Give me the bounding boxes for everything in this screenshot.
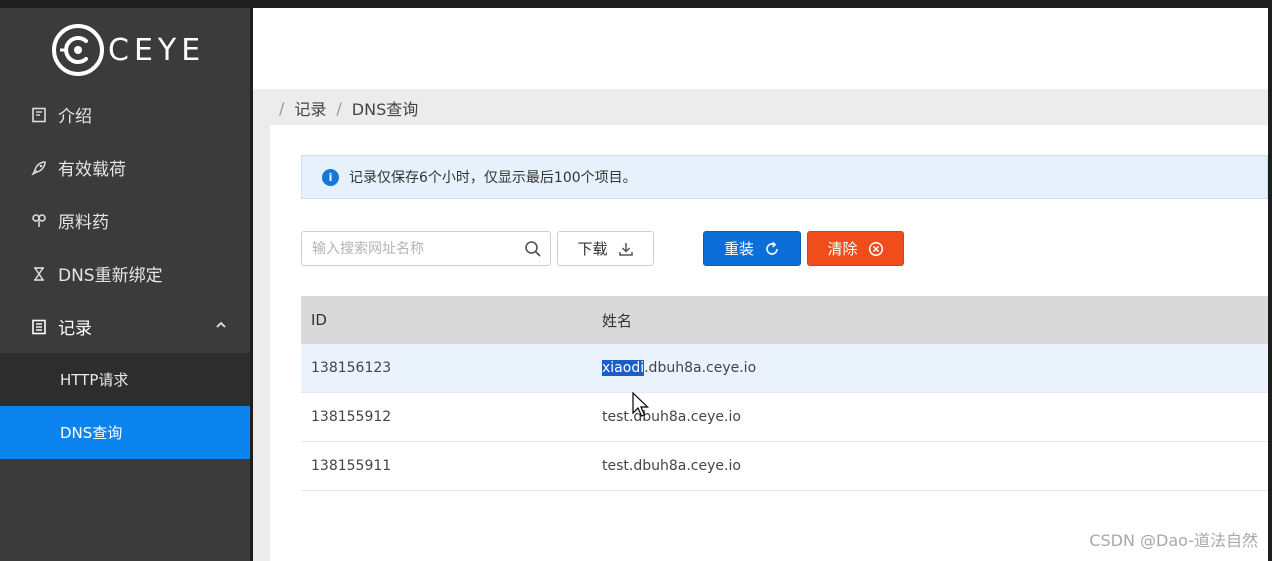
table-row[interactable]: 138155912 test.dbuh8a.ceye.io <box>301 393 1268 442</box>
cell-id: 138155912 <box>311 409 392 425</box>
column-header-id[interactable]: ID <box>301 311 592 329</box>
sidebar-item-intro[interactable]: 介绍 <box>0 88 250 141</box>
watermark: CSDN @Dao-道法自然 <box>1089 531 1258 550</box>
cell-name[interactable]: test.dbuh8a.ceye.io <box>592 409 1268 425</box>
cell-id: 138155911 <box>311 458 392 474</box>
sidebar-subitem-label: DNS查询 <box>60 424 123 442</box>
sidebar-item-label: 介绍 <box>58 107 92 127</box>
api-icon <box>30 212 48 230</box>
clear-button[interactable]: 清除 <box>807 231 904 266</box>
hourglass-icon <box>30 265 48 283</box>
recording-frame-right <box>1268 0 1272 561</box>
content-panel: i 记录仅保存6个小时，仅显示最后100个项目。 下载 重装 清除 <box>270 125 1268 561</box>
reset-button[interactable]: 重装 <box>703 231 801 266</box>
alert-text: 记录仅保存6个小时，仅显示最后100个项目。 <box>349 170 637 186</box>
brand-name: CEYE <box>108 32 206 68</box>
sidebar-subitem-http-requests[interactable]: HTTP请求 <box>0 353 250 406</box>
dns-records-table: ID 姓名 138156123 xiaodi.dbuh8a.ceye.io 13… <box>301 296 1268 491</box>
mouse-cursor-icon <box>632 392 649 417</box>
breadcrumb-separator: / <box>336 98 342 118</box>
ceye-logo-icon <box>52 24 104 76</box>
column-header-name[interactable]: 姓名 <box>592 310 1268 331</box>
info-icon: i <box>322 168 339 186</box>
cell-id: 138156123 <box>311 360 392 376</box>
sidebar-item-records[interactable]: 记录 <box>0 300 250 353</box>
breadcrumb: / 记录 / DNS查询 <box>279 96 418 120</box>
sidebar-item-label: 记录 <box>58 319 92 339</box>
search-field <box>301 231 551 266</box>
main-area: / 记录 / DNS查询 i 记录仅保存6个小时，仅显示最后100个项目。 下载… <box>253 8 1268 561</box>
sidebar-nav: 介绍 有效载荷 原料药 DNS重新绑定 记录 HTTP请求 DNS查询 <box>0 88 250 459</box>
table-row[interactable]: 138155911 test.dbuh8a.ceye.io <box>301 442 1268 491</box>
search-input[interactable] <box>302 232 512 265</box>
cell-name[interactable]: xiaodi.dbuh8a.ceye.io <box>592 360 1268 376</box>
recording-frame-top <box>0 0 1272 8</box>
cell-name-rest: .dbuh8a.ceye.io <box>644 360 757 376</box>
book-icon <box>30 106 48 124</box>
chevron-up-icon[interactable] <box>214 318 228 332</box>
sidebar: CEYE 介绍 有效载荷 原料药 DNS重新绑定 记录 HTTP请求 DNS查询 <box>0 8 250 561</box>
close-circle-icon <box>868 241 884 257</box>
table-row[interactable]: 138156123 xiaodi.dbuh8a.ceye.io <box>301 344 1268 393</box>
sidebar-subitem-label: HTTP请求 <box>60 371 129 389</box>
list-icon <box>30 318 48 336</box>
top-header <box>253 8 1268 89</box>
sidebar-item-label: 原料药 <box>58 213 109 233</box>
search-icon[interactable] <box>524 240 542 258</box>
download-icon <box>618 241 634 257</box>
sidebar-item-dns-rebinding[interactable]: DNS重新绑定 <box>0 247 250 300</box>
rocket-icon <box>30 159 48 177</box>
clear-button-label: 清除 <box>827 240 858 258</box>
sidebar-subitem-dns-queries[interactable]: DNS查询 <box>0 406 250 459</box>
sidebar-item-label: 有效载荷 <box>58 160 126 180</box>
table-header: ID 姓名 <box>301 296 1268 344</box>
breadcrumb-item-records[interactable]: 记录 <box>294 96 326 120</box>
reset-button-label: 重装 <box>723 240 754 258</box>
cell-name[interactable]: test.dbuh8a.ceye.io <box>592 458 1268 474</box>
download-button[interactable]: 下载 <box>557 231 654 266</box>
sidebar-item-label: DNS重新绑定 <box>58 266 163 286</box>
sidebar-item-api[interactable]: 原料药 <box>0 194 250 247</box>
info-alert: i 记录仅保存6个小时，仅显示最后100个项目。 <box>301 155 1268 199</box>
refresh-icon <box>764 241 780 257</box>
brand-logo[interactable]: CEYE <box>52 22 205 78</box>
breadcrumb-separator: / <box>279 98 285 118</box>
selected-text: xiaodi <box>602 360 645 376</box>
download-button-label: 下载 <box>577 240 608 258</box>
sidebar-item-payloads[interactable]: 有效载荷 <box>0 141 250 194</box>
breadcrumb-item-dns-queries: DNS查询 <box>351 100 419 119</box>
